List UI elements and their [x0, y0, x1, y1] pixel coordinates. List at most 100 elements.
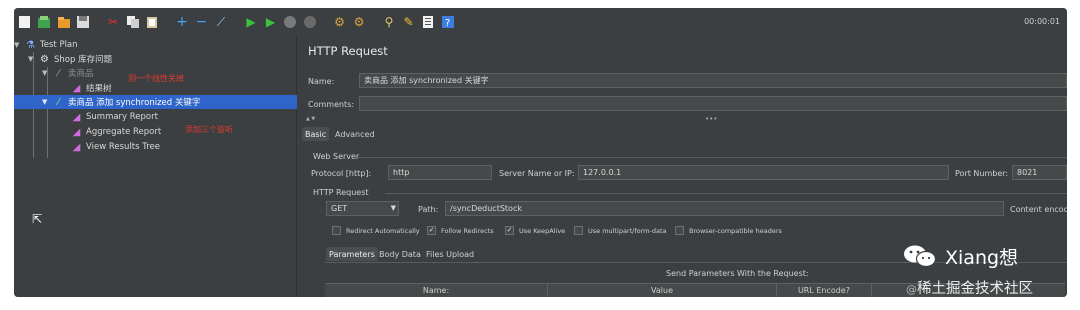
- copy-icon[interactable]: [125, 15, 140, 30]
- method-select[interactable]: GET ▼: [326, 201, 399, 216]
- save-icon[interactable]: [76, 15, 91, 30]
- path-label: Path:: [418, 205, 439, 214]
- toggle-icon[interactable]: ⟋: [214, 15, 229, 30]
- function-helper-icon[interactable]: [421, 15, 436, 30]
- checkbox-label: Browser-compatible headers: [689, 226, 782, 235]
- watermark-site: @稀土掘金技术社区: [906, 277, 1033, 298]
- section-divider: [358, 157, 1067, 158]
- expand-icon[interactable]: +: [175, 15, 190, 30]
- reset-search-icon[interactable]: ✎: [401, 15, 416, 30]
- tree-item-label: Shop 库存问题: [54, 55, 113, 65]
- cut-icon[interactable]: ✂: [106, 15, 121, 30]
- wechat-icon: [904, 245, 937, 268]
- port-field[interactable]: 8021: [1012, 165, 1067, 180]
- checkbox-label: Follow Redirects: [441, 226, 494, 235]
- elapsed-timer: 00:00:01: [1024, 17, 1060, 26]
- tree-item-selected-sampler[interactable]: ▼ ⁄ 卖商品 添加 synchronized 关键字: [14, 95, 297, 109]
- tree-guide: [47, 67, 48, 158]
- browser-compatible-headers-checkbox[interactable]: Browser-compatible headers: [675, 226, 782, 235]
- name-field[interactable]: 卖商品 添加 synchronized 关键字: [359, 73, 1067, 88]
- chevron-down-icon: ▼: [390, 204, 396, 212]
- tree-item-label: 结果树: [86, 84, 112, 94]
- checkbox-label: Redirect Automatically: [346, 226, 420, 235]
- checkbox-box[interactable]: [574, 226, 583, 235]
- search-icon[interactable]: ⚲: [382, 15, 397, 30]
- protocol-label: Protocol [http]:: [311, 169, 372, 178]
- listener-chart-icon: ◢: [72, 141, 81, 153]
- expand-arrow-icon[interactable]: ▼: [14, 41, 24, 49]
- expand-arrow-icon[interactable]: ▼: [28, 55, 38, 63]
- checkbox-box[interactable]: [675, 226, 684, 235]
- check-icon[interactable]: ✓: [427, 226, 436, 235]
- templates-icon[interactable]: [37, 15, 52, 30]
- mouse-cursor-icon: ⇱: [32, 212, 43, 226]
- tab-parameters[interactable]: Parameters: [326, 247, 378, 261]
- pipette-icon: ⁄: [57, 96, 60, 108]
- annotation-note: 测一个线性关掉: [128, 74, 184, 83]
- listener-chart-icon: ◢: [72, 82, 81, 94]
- listener-chart-icon: ◢: [72, 126, 81, 138]
- watermark-site-name: 稀土掘金技术社区: [917, 281, 1033, 297]
- web-server-label: Web Server: [313, 152, 360, 161]
- split-arrows-icon[interactable]: ▲ ▼: [306, 116, 315, 122]
- tab-files-upload[interactable]: Files Upload: [423, 247, 477, 261]
- expand-arrow-icon[interactable]: ▼: [42, 69, 52, 77]
- checkbox-label: Use KeepAlive: [519, 226, 566, 235]
- tree-item-label: Aggregate Report: [86, 127, 162, 137]
- checkbox-label: Use multipart/form-data: [588, 226, 667, 235]
- comments-field[interactable]: [359, 96, 1067, 111]
- check-icon[interactable]: ✓: [505, 226, 514, 235]
- stop-icon[interactable]: [283, 15, 298, 30]
- toolbar: ✂ + − ⟋ ▶ ▶ ⚙ ⚙ ⚲ ✎ ? 00:00:01: [14, 8, 1067, 36]
- use-keepalive-checkbox[interactable]: ✓ Use KeepAlive: [505, 226, 565, 235]
- svg-text:?: ?: [445, 18, 450, 29]
- tree-item-view-results-tree[interactable]: ◢ View Results Tree: [70, 140, 297, 154]
- tab-basic[interactable]: Basic: [302, 127, 330, 141]
- redirect-automatically-checkbox[interactable]: Redirect Automatically: [332, 226, 420, 235]
- start-no-pauses-icon[interactable]: ▶: [263, 15, 278, 30]
- page-title: HTTP Request: [308, 44, 388, 58]
- tree-item-label: 卖商品 添加 synchronized 关键字: [68, 98, 201, 108]
- collapse-icon[interactable]: −: [194, 15, 209, 30]
- watermark-at: @: [906, 283, 917, 296]
- new-icon[interactable]: [17, 15, 32, 30]
- column-header-value[interactable]: Value: [548, 284, 777, 297]
- shutdown-icon[interactable]: [302, 15, 317, 30]
- expand-arrow-icon[interactable]: ▼: [42, 98, 52, 106]
- start-icon[interactable]: ▶: [244, 15, 259, 30]
- http-request-section-label: HTTP Request: [313, 188, 369, 197]
- open-icon[interactable]: [56, 15, 71, 30]
- tree-item-label: 卖商品: [68, 69, 94, 79]
- name-label: Name:: [308, 77, 335, 86]
- test-plan-icon: ⚗: [26, 39, 35, 51]
- column-header-name[interactable]: Name:: [325, 284, 548, 297]
- comments-label: Comments:: [308, 100, 355, 109]
- tree-item-test-plan[interactable]: ▼ ⚗ Test Plan: [14, 38, 297, 52]
- test-plan-tree[interactable]: ▼ ⚗ Test Plan ▼ ⚙ Shop 库存问题 ▼ ⁄ 卖商品 ◢ 结果…: [14, 36, 297, 297]
- server-field[interactable]: 127.0.0.1: [578, 165, 949, 180]
- tab-advanced[interactable]: Advanced: [332, 127, 378, 141]
- paste-icon[interactable]: [145, 15, 160, 30]
- checkbox-box[interactable]: [332, 226, 341, 235]
- clear-all-icon[interactable]: ⚙: [352, 15, 367, 30]
- use-multipart-checkbox[interactable]: Use multipart/form-data: [574, 226, 666, 235]
- tab-body-data[interactable]: Body Data: [376, 247, 424, 261]
- help-icon[interactable]: ?: [440, 15, 455, 30]
- gear-icon: ⚙: [40, 53, 49, 65]
- column-header-url-encode[interactable]: URL Encode?: [777, 284, 872, 297]
- server-label: Server Name or IP:: [499, 169, 575, 178]
- port-label: Port Number:: [955, 169, 1009, 178]
- tree-item-aggregate-report[interactable]: ◢ Aggregate Report: [70, 125, 297, 139]
- pipette-icon: ⁄: [57, 67, 60, 79]
- tree-item-label: Summary Report: [86, 112, 158, 122]
- splitter-handle[interactable]: •••: [705, 115, 717, 123]
- tree-item-summary-report[interactable]: ◢ Summary Report: [70, 110, 297, 124]
- path-field[interactable]: /syncDeductStock: [445, 201, 1004, 216]
- content-encoding-label: Content encoding: [1010, 205, 1067, 214]
- send-parameters-label: Send Parameters With the Request:: [666, 269, 809, 278]
- clear-icon[interactable]: ⚙: [332, 15, 347, 30]
- follow-redirects-checkbox[interactable]: ✓ Follow Redirects: [427, 226, 494, 235]
- method-value: GET: [331, 204, 348, 213]
- protocol-field[interactable]: http: [388, 165, 492, 180]
- tree-item-thread-group[interactable]: ▼ ⚙ Shop 库存问题: [28, 52, 297, 66]
